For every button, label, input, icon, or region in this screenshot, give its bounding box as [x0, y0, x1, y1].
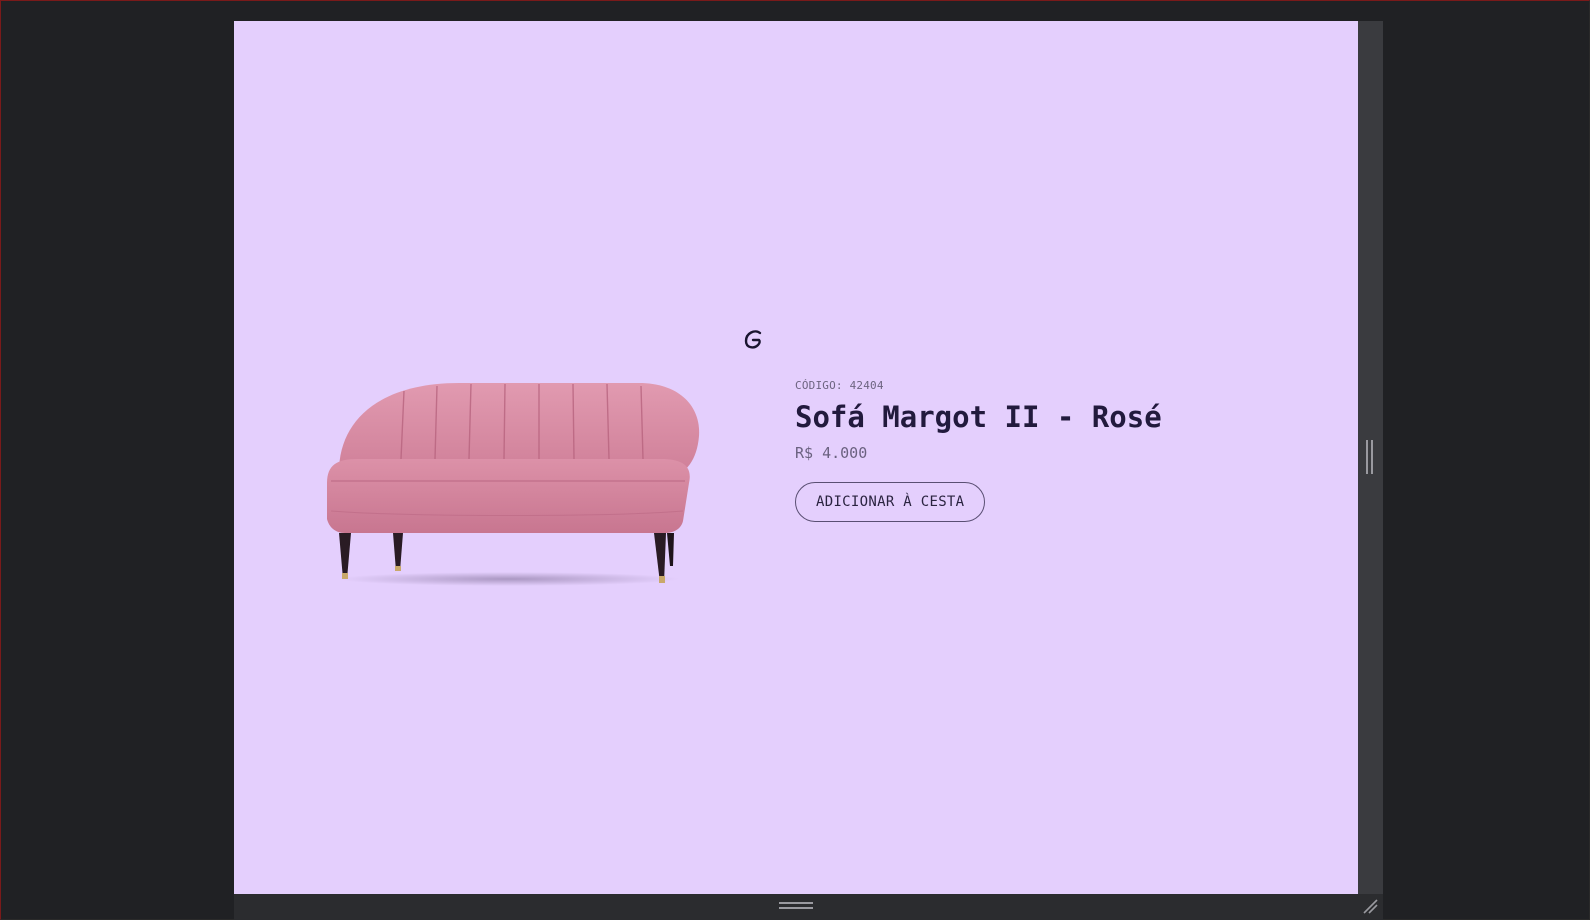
add-to-cart-button[interactable]: ADICIONAR À CESTA: [795, 482, 986, 522]
product-title: Sofá Margot II - Rosé: [795, 400, 1162, 434]
product-code: CÓDIGO: 42404: [795, 379, 1275, 392]
product-code-value: 42404: [849, 379, 884, 392]
horizontal-resize-handle[interactable]: [779, 902, 813, 910]
resize-corner-icon[interactable]: [1362, 898, 1378, 914]
product-price: R$ 4.000: [795, 444, 868, 462]
g-logo-icon[interactable]: [742, 327, 768, 353]
vertical-resize-handle[interactable]: [1366, 440, 1374, 474]
product-info: CÓDIGO: 42404 Sofá Margot II - Rosé R$ 4…: [795, 379, 1275, 522]
product-page: CÓDIGO: 42404 Sofá Margot II - Rosé R$ 4…: [234, 21, 1358, 894]
product-image: [327, 383, 700, 586]
product-code-label: CÓDIGO:: [795, 379, 843, 392]
